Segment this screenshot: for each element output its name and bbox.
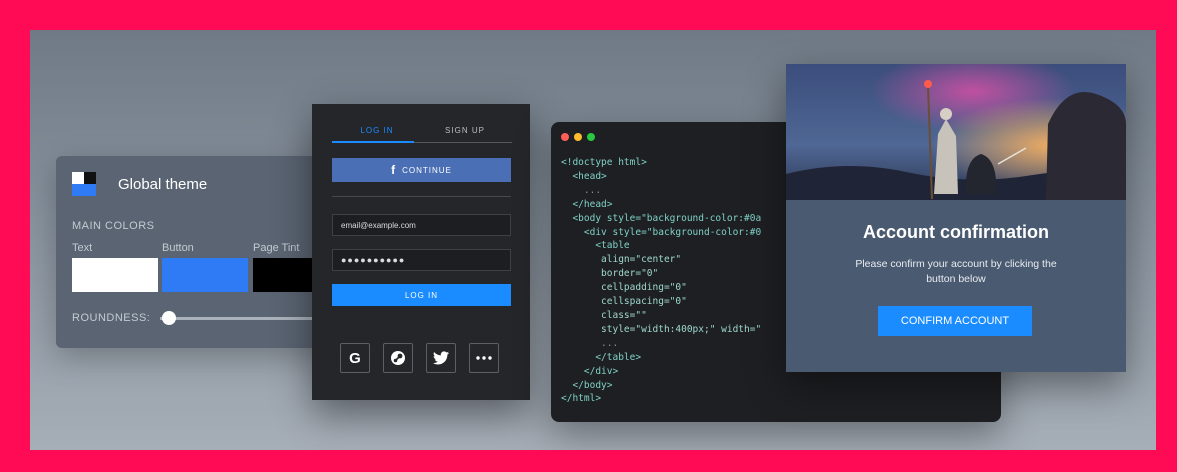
global-theme-panel: Global theme MAIN COLORS Text Button Pag…	[56, 156, 356, 348]
login-button[interactable]: LOG IN	[332, 284, 511, 306]
code-line: align="center"	[561, 254, 682, 266]
window-minimize-icon[interactable]	[574, 133, 582, 141]
code-line: border="0"	[561, 268, 659, 280]
theme-logo-icon	[72, 172, 96, 196]
password-field[interactable]: ●●●●●●●●●●	[332, 249, 511, 271]
code-block: <!doctype html> <head> ... </head> <body…	[561, 156, 761, 406]
code-line: </head>	[561, 198, 613, 210]
facebook-button-label: CONTINUE	[402, 165, 452, 175]
code-line: <body style="background-color:#0a	[561, 212, 762, 224]
code-line: style="width:400px;" width="	[561, 323, 762, 335]
hero-illustration	[786, 64, 1126, 200]
google-icon[interactable]: G	[340, 343, 370, 373]
showcase-stage: Global theme MAIN COLORS Text Button Pag…	[30, 30, 1156, 450]
email-title: Account confirmation	[862, 222, 1049, 242]
code-line: cellspacing="0"	[561, 296, 687, 308]
code-line: ...	[561, 184, 602, 196]
roundness-label: ROUNDNESS:	[72, 312, 151, 324]
code-line: <table	[561, 240, 630, 252]
account-confirmation-email: Account confirmation Please confirm your…	[786, 64, 1126, 372]
code-line: <head>	[561, 170, 607, 182]
theme-title: Global theme	[118, 176, 208, 193]
code-line: </table>	[561, 351, 642, 363]
code-line: <div style="background-color:#0	[561, 226, 762, 238]
twitter-icon[interactable]	[426, 343, 456, 373]
text-color-swatch[interactable]	[72, 258, 158, 292]
divider	[332, 196, 511, 197]
confirm-account-button[interactable]: CONFIRM ACCOUNT	[878, 306, 1032, 336]
tab-login[interactable]: LOG IN	[332, 126, 422, 135]
login-panel: LOG IN SIGN UP f CONTINUE email@example.…	[312, 104, 530, 400]
main-colors-label: MAIN COLORS	[72, 220, 155, 232]
email-field[interactable]: email@example.com	[332, 214, 511, 236]
code-line: </html>	[561, 393, 602, 405]
facebook-continue-button[interactable]: f CONTINUE	[332, 158, 511, 182]
window-close-icon[interactable]	[561, 133, 569, 141]
swatch-label-button: Button	[162, 242, 194, 254]
email-body-text: Please confirm your account by clicking …	[855, 258, 1057, 285]
code-line: </div>	[561, 365, 619, 377]
code-line: ...	[561, 337, 619, 349]
code-line: cellpadding="0"	[561, 282, 687, 294]
code-line: class=""	[561, 309, 647, 321]
active-tab-indicator	[332, 141, 414, 143]
code-line: </body>	[561, 379, 613, 391]
more-icon[interactable]	[469, 343, 499, 373]
steam-icon[interactable]	[383, 343, 413, 373]
code-line: <!doctype html>	[561, 157, 647, 168]
button-color-swatch[interactable]	[162, 258, 248, 292]
roundness-slider-knob[interactable]	[162, 311, 176, 325]
swatch-label-page-tint: Page Tint	[253, 242, 300, 254]
facebook-icon: f	[391, 163, 397, 177]
window-maximize-icon[interactable]	[587, 133, 595, 141]
swatch-label-text: Text	[72, 242, 93, 254]
tab-signup[interactable]: SIGN UP	[420, 126, 510, 135]
